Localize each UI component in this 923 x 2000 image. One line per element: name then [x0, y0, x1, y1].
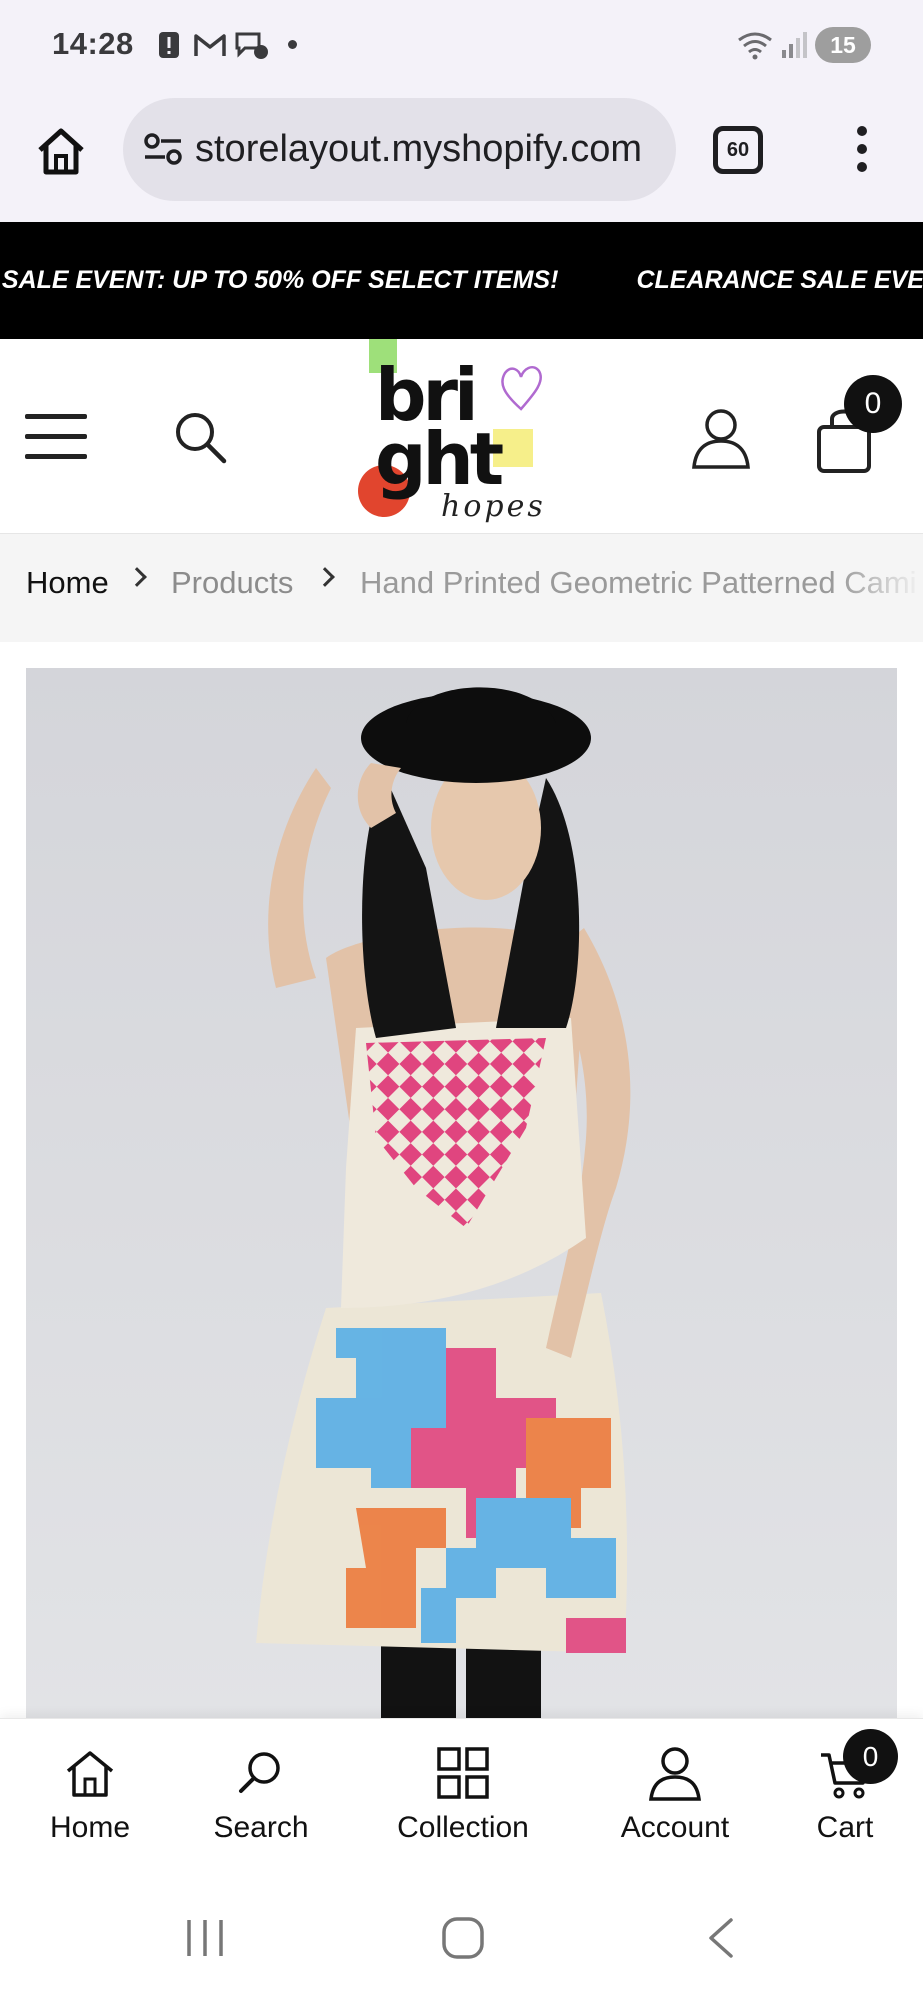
product-image[interactable]	[26, 668, 897, 1718]
breadcrumb-current: Hand Printed Geometric Patterned Cami To…	[360, 565, 923, 600]
system-home-icon[interactable]	[441, 1916, 485, 1960]
more-icon[interactable]	[842, 122, 882, 178]
system-navigation-bar	[0, 1870, 923, 2000]
search-icon[interactable]	[172, 409, 228, 465]
account-icon	[649, 1747, 701, 1801]
browser-toolbar: storelayout.myshopify.com 60	[0, 92, 923, 222]
site-settings-icon[interactable]	[143, 132, 183, 166]
product-photo	[26, 668, 897, 1718]
bottom-nav-home[interactable]: Home	[15, 1719, 165, 1871]
chevron-right-icon	[127, 567, 147, 587]
url-text[interactable]: storelayout.myshopify.com	[195, 98, 665, 201]
bottom-nav-cart[interactable]: 0 Cart	[780, 1719, 910, 1871]
menu-icon[interactable]	[25, 414, 87, 460]
logo-script: hopes	[441, 489, 546, 524]
signal-icon	[782, 32, 807, 58]
home-icon	[38, 128, 84, 175]
site-header: bri ght hopes 0	[0, 339, 923, 534]
bottom-nav-account[interactable]: Account	[595, 1719, 755, 1871]
header-cart-button[interactable]: 0	[815, 375, 902, 475]
announcement-text: CLEARANCE SALE EVENT: UP TO 50% OFF SELE…	[0, 266, 559, 294]
breadcrumb-products[interactable]: Products	[171, 534, 293, 632]
logo-text-bottom: ght	[375, 417, 504, 501]
browser-home-button[interactable]	[30, 120, 92, 182]
status-time: 14:28	[52, 26, 134, 61]
breadcrumb-home[interactable]: Home	[26, 534, 109, 632]
bottom-nav: Home Search Collection Account 0 Cart	[0, 1718, 923, 1870]
home-icon	[66, 1751, 114, 1797]
store-logo[interactable]: bri ght hopes	[355, 339, 565, 534]
wifi-icon	[738, 32, 772, 60]
gmail-icon	[194, 34, 226, 56]
account-icon[interactable]	[690, 407, 752, 469]
recent-apps-icon[interactable]	[183, 1916, 227, 1960]
chevron-right-icon	[315, 567, 335, 587]
heart-doodle-icon	[501, 366, 542, 411]
alert-icon	[159, 32, 179, 58]
address-bar[interactable]: storelayout.myshopify.com	[123, 98, 676, 201]
battery-level: 15	[815, 27, 871, 63]
status-bar: 14:28 15	[0, 0, 923, 92]
tabs-button[interactable]: 60	[713, 126, 763, 174]
messenger-icon	[235, 32, 268, 59]
bottom-nav-collection-label: Collection	[397, 1811, 529, 1844]
back-icon[interactable]	[705, 1916, 737, 1960]
bottom-nav-cart-label: Cart	[816, 1811, 874, 1844]
bottom-nav-search-label: Search	[213, 1811, 309, 1844]
bottom-nav-cart-count: 0	[843, 1729, 898, 1784]
header-cart-count: 0	[844, 375, 902, 433]
bottom-nav-search[interactable]: Search	[186, 1719, 336, 1871]
bottom-nav-collection[interactable]: Collection	[373, 1719, 553, 1871]
dot-icon	[288, 40, 297, 49]
bottom-nav-home-label: Home	[49, 1811, 131, 1844]
search-icon	[239, 1752, 280, 1793]
breadcrumb: Home Products Hand Printed Geometric Pat…	[0, 534, 923, 642]
announcement-text-repeat: CLEARANCE SALE EVENT: UP TO 50% OFF SELE…	[636, 266, 923, 294]
grid-icon	[437, 1747, 489, 1799]
bottom-nav-account-label: Account	[620, 1811, 730, 1844]
announcement-bar: CLEARANCE SALE EVENT: UP TO 50% OFF SELE…	[0, 222, 923, 339]
